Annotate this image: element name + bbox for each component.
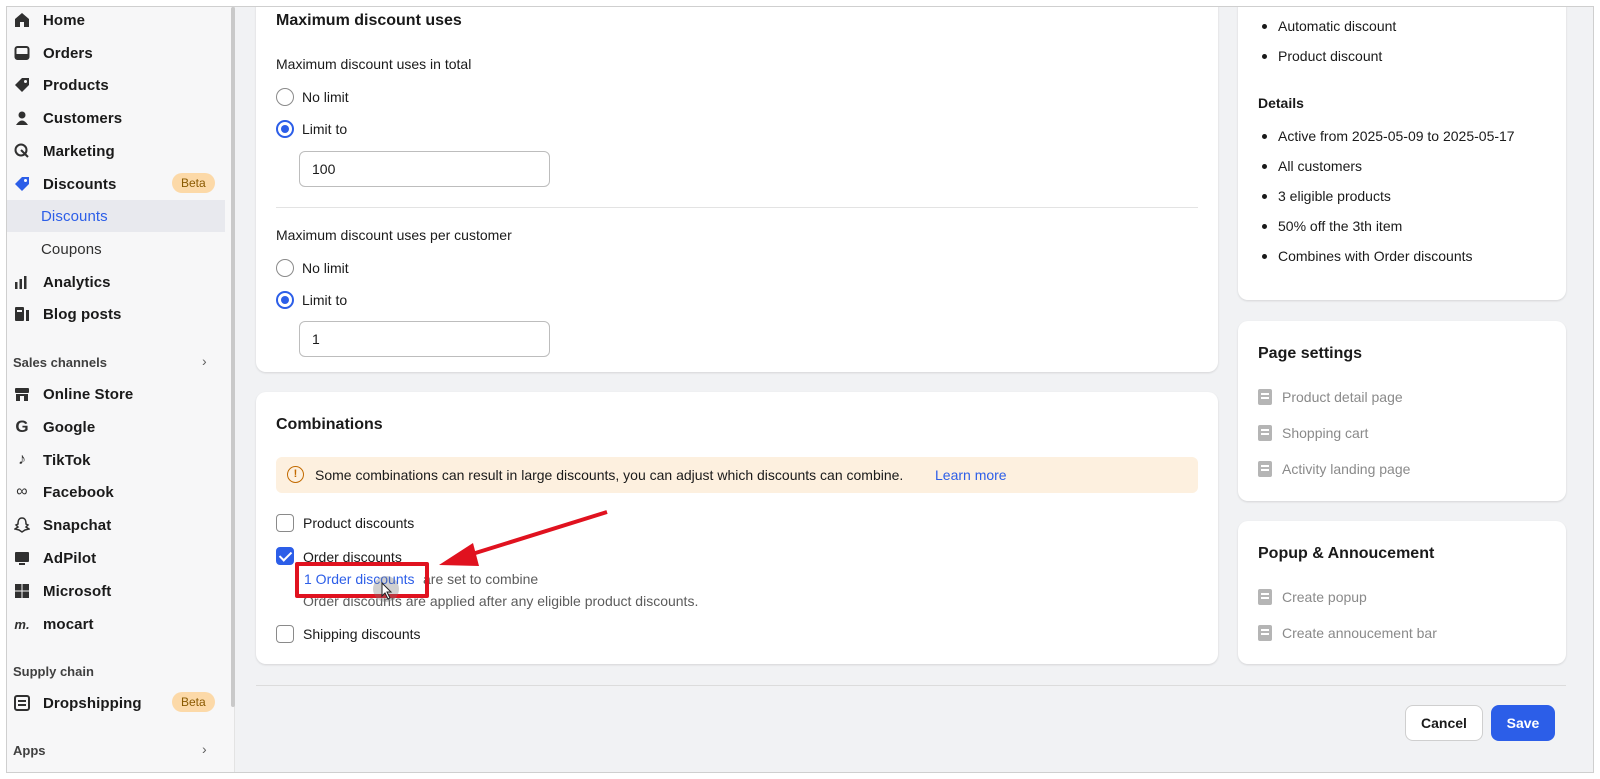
annotation-arrow xyxy=(439,510,608,566)
cursor-icon xyxy=(373,576,399,602)
app-window: Home Orders Products Customers Marketing… xyxy=(6,6,1594,773)
